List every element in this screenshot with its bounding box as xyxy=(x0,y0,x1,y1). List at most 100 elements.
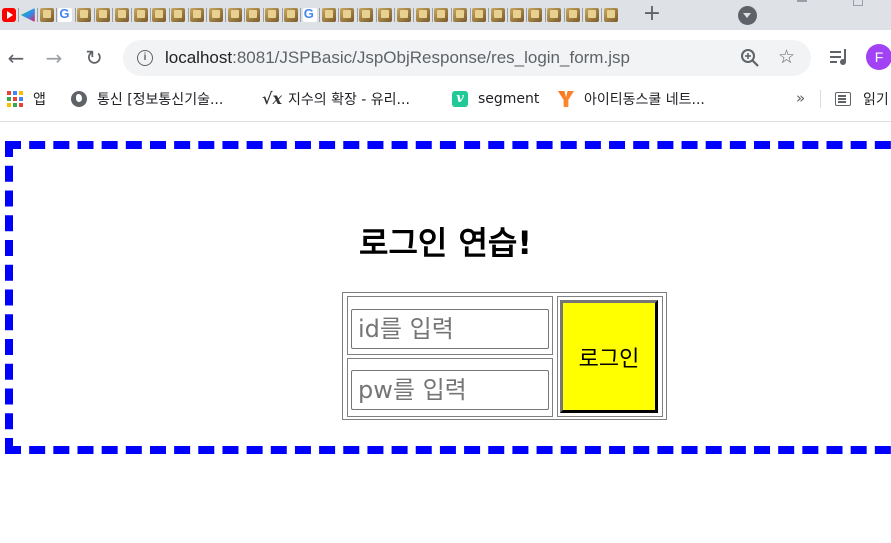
bookmark-apps[interactable]: 앱 xyxy=(7,86,46,112)
page-content: 로그인 연습! 로그인 xyxy=(0,122,891,543)
browser-tab[interactable] xyxy=(301,4,319,26)
browser-tab[interactable] xyxy=(132,4,150,26)
browser-tab[interactable] xyxy=(150,4,168,26)
window-minimize-icon[interactable] xyxy=(797,0,807,2)
jsp-favicon-icon xyxy=(284,8,298,22)
jsp-favicon-icon xyxy=(246,8,261,22)
jsp-favicon-icon xyxy=(359,8,374,22)
bookmark-telecom[interactable]: 통신 [정보통신기술... xyxy=(71,86,223,112)
jsp-favicon-icon xyxy=(396,8,411,22)
address-bar[interactable]: i localhost:8081/JSPBasic/JspObjResponse… xyxy=(123,40,811,76)
browser-tab[interactable] xyxy=(564,4,582,26)
jsp-favicon-icon xyxy=(152,8,167,22)
browser-tab[interactable] xyxy=(526,4,544,26)
login-button[interactable]: 로그인 xyxy=(560,300,658,413)
browser-tab[interactable] xyxy=(545,4,563,26)
forward-button[interactable]: → xyxy=(40,44,68,72)
browser-tab[interactable] xyxy=(169,4,187,26)
browser-tab[interactable] xyxy=(470,4,488,26)
browser-tab[interactable] xyxy=(282,4,300,26)
bookmarks-divider xyxy=(820,90,821,108)
bookmark-star-icon[interactable]: ☆ xyxy=(778,46,795,68)
tab-strip: + xyxy=(0,0,891,30)
browser-tab[interactable] xyxy=(376,4,394,26)
jsp-favicon-icon xyxy=(453,8,468,22)
bookmark-label: 지수의 확장 - 유리... xyxy=(288,92,410,108)
window-maximize-icon[interactable] xyxy=(853,0,863,6)
jsp-favicon-icon xyxy=(378,8,392,22)
browser-tab[interactable] xyxy=(432,4,450,26)
jsp-favicon-icon xyxy=(340,8,355,22)
itdong-icon xyxy=(558,91,574,107)
site-info-icon[interactable]: i xyxy=(137,50,153,66)
jsp-favicon-icon xyxy=(415,8,430,22)
reload-button[interactable]: ↻ xyxy=(80,44,108,72)
bookmarks-bar: 앱 통신 [정보통신기술... √x 지수의 확장 - 유리... v segm… xyxy=(0,86,891,122)
browser-tab[interactable] xyxy=(56,4,74,26)
globe-icon xyxy=(71,91,87,107)
jsp-favicon-icon xyxy=(603,8,618,22)
jsp-favicon-icon xyxy=(77,8,92,22)
jsp-favicon-icon xyxy=(227,8,242,22)
browser-tab[interactable] xyxy=(414,4,432,26)
reading-list-icon xyxy=(835,92,851,106)
browser-tab[interactable] xyxy=(113,4,131,26)
bookmark-label: 통신 [정보통신기술... xyxy=(97,92,224,108)
browser-tab[interactable] xyxy=(320,4,338,26)
media-control-icon[interactable] xyxy=(829,48,849,66)
jsp-favicon-icon xyxy=(509,8,524,22)
browser-tab[interactable] xyxy=(489,4,507,26)
jsp-favicon-icon xyxy=(584,8,599,22)
browser-tab[interactable] xyxy=(94,4,112,26)
button-cell: 로그인 xyxy=(557,296,663,417)
url-text[interactable]: localhost:8081/JSPBasic/JspObjResponse/r… xyxy=(165,48,630,68)
pw-cell xyxy=(347,358,553,417)
new-tab-button[interactable]: + xyxy=(640,3,664,27)
browser-tab[interactable] xyxy=(19,4,37,26)
jsp-favicon-icon xyxy=(114,8,129,22)
apps-icon xyxy=(7,91,23,107)
bookmark-label: 아이티동스쿨 네트... xyxy=(584,92,705,108)
browser-tab[interactable] xyxy=(451,4,469,26)
bookmarks-overflow-button[interactable]: » xyxy=(796,89,805,107)
zoom-icon[interactable] xyxy=(740,48,760,68)
browser-tab[interactable] xyxy=(602,4,620,26)
id-cell xyxy=(347,296,553,355)
pw-input[interactable] xyxy=(351,370,549,410)
browser-tab[interactable] xyxy=(207,4,225,26)
jsp-favicon-icon xyxy=(265,8,280,22)
url-host: localhost xyxy=(165,48,233,67)
jsp-favicon-icon xyxy=(96,8,110,22)
jsp-favicon-icon xyxy=(490,8,505,22)
browser-tab[interactable] xyxy=(75,4,93,26)
browser-tab[interactable] xyxy=(263,4,281,26)
browser-tab[interactable] xyxy=(357,4,375,26)
bookmark-segment[interactable]: v segment xyxy=(452,86,539,112)
jsp-favicon-icon xyxy=(321,8,336,22)
bookmark-exponent[interactable]: √x 지수의 확장 - 유리... xyxy=(262,86,410,112)
back-button[interactable]: ← xyxy=(2,44,30,72)
browser-tab[interactable] xyxy=(38,4,56,26)
reading-list-button[interactable]: 읽기 xyxy=(835,86,889,112)
browser-tab[interactable] xyxy=(508,4,526,26)
profile-avatar[interactable]: F xyxy=(866,44,891,70)
login-table: 로그인 xyxy=(342,292,667,420)
tab-search-icon[interactable] xyxy=(738,6,757,25)
bookmark-label: segment xyxy=(478,91,540,107)
jsp-favicon-icon xyxy=(547,8,562,22)
jsp-favicon-icon xyxy=(566,8,580,22)
id-input[interactable] xyxy=(351,309,549,349)
browser-tab[interactable] xyxy=(226,4,244,26)
browser-tab[interactable] xyxy=(0,4,18,26)
jsp-favicon-icon xyxy=(133,8,148,22)
sqrt-icon: √x xyxy=(262,89,283,108)
url-path: :8081/JSPBasic/JspObjResponse/res_login_… xyxy=(232,48,630,67)
browser-tab[interactable] xyxy=(583,4,601,26)
browser-tab[interactable] xyxy=(338,4,356,26)
browser-toolbar: ← → ↻ i localhost:8081/JSPBasic/JspObjRe… xyxy=(0,30,891,86)
bookmark-itdong[interactable]: 아이티동스쿨 네트... xyxy=(558,86,705,112)
browser-tab[interactable] xyxy=(395,4,413,26)
browser-tab[interactable] xyxy=(188,4,206,26)
browser-tab[interactable] xyxy=(244,4,262,26)
youtube-favicon-icon xyxy=(2,8,16,22)
